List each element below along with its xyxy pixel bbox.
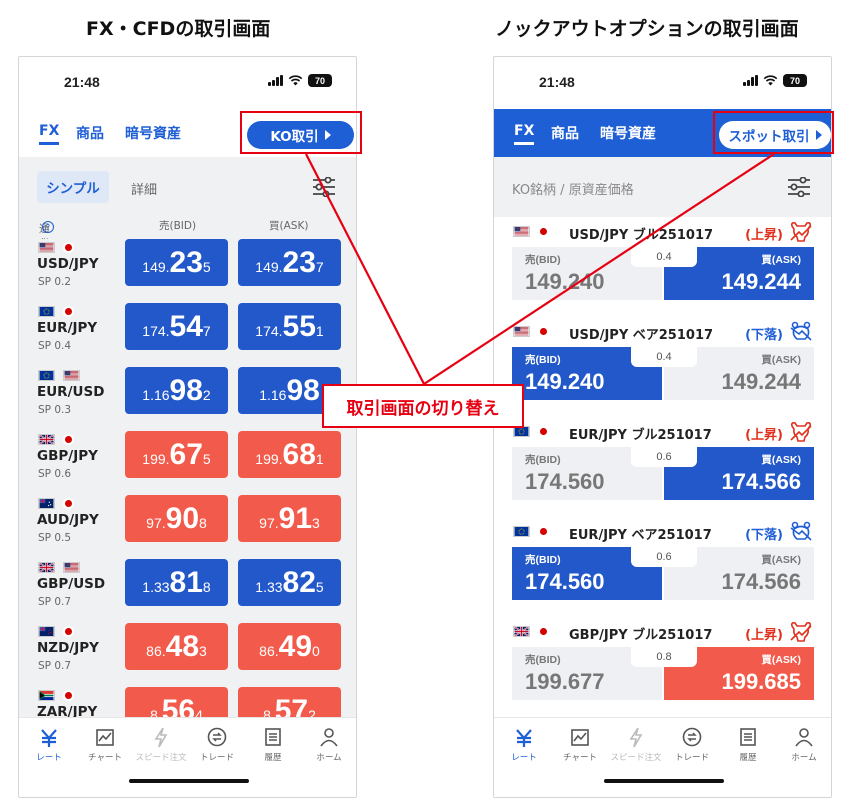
switch-screen-label: 取引画面の切り替え [322,384,524,428]
